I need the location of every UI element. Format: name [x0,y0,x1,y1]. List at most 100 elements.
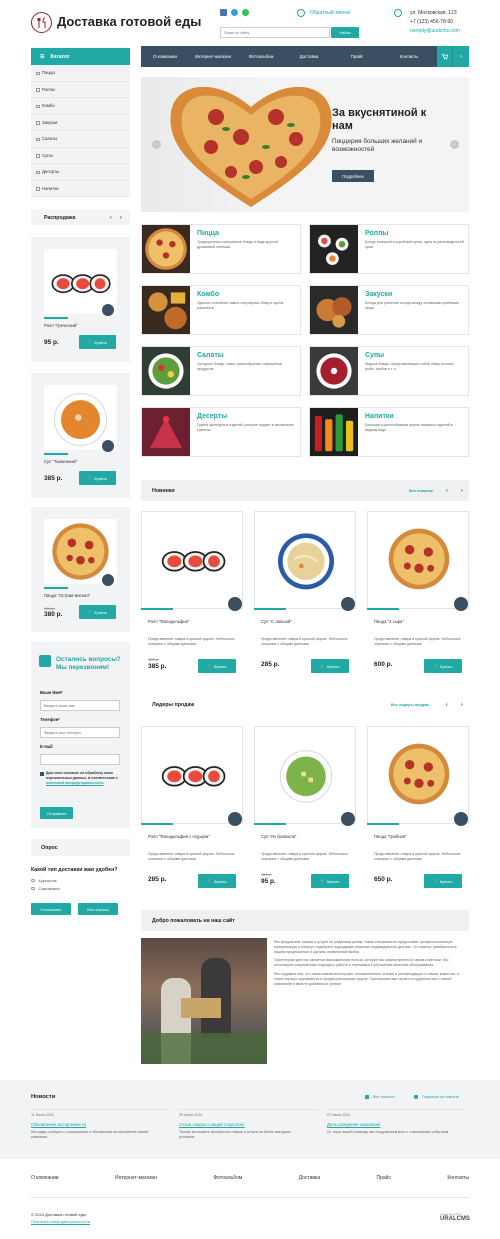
catalog-item[interactable]: Комбо [31,98,130,115]
buy-button[interactable]: 🛒 Купить [424,659,462,673]
footer-nav-item[interactable]: Прайс [377,1175,391,1181]
buy-button[interactable]: 🛒 Купить [79,471,116,485]
email-link[interactable]: noreply@uralcms.com [410,28,460,34]
all-novelties-link[interactable]: Все новинки [409,489,433,493]
category-title[interactable]: Комбо [197,291,219,298]
footer-nav-item[interactable]: Фотоальбом [213,1175,242,1181]
phone-field[interactable] [40,727,120,738]
uralcms-logo[interactable]: URALCMS [440,1216,470,1222]
cart-badge-icon[interactable] [341,812,355,826]
radio-icon[interactable] [31,878,35,883]
product-image-frame[interactable] [367,511,469,609]
all-news-link[interactable]: Все новости [373,1095,395,1099]
product-name[interactable]: Пицца "Острая мясная" [44,593,90,598]
category-title[interactable]: Десерты [197,413,227,420]
category-title[interactable]: Напитки [365,413,394,420]
cart-badge-icon[interactable] [454,597,468,611]
product-image-frame[interactable] [254,726,356,824]
category-card[interactable]: Салаты Холодное блюдо, смесь разнообразны… [141,346,301,396]
category-card[interactable]: Десерты Группа кулинарных изделий, которы… [141,407,301,457]
whatsapp-icon[interactable] [242,9,249,16]
product-name[interactable]: Ролл "Филадельфия с огурцом" [148,834,210,839]
cart-badge-icon[interactable] [454,812,468,826]
category-card[interactable]: Закуски Блюда для утоления голода между о… [309,285,469,335]
consent-checkbox[interactable] [40,772,44,776]
product-image-frame[interactable] [141,511,243,609]
sale-header[interactable]: Распродажа ‹ › [31,210,130,225]
category-card[interactable]: Пицца Традиционное итальянское блюдо в ви… [141,224,301,274]
leaders-next[interactable]: › [461,702,463,708]
phone[interactable]: +7 (123) 456-78-90 [410,19,453,25]
catalog-item[interactable]: Супы [31,148,130,164]
product-name[interactable]: Ролл "Филадельфия" [148,619,189,624]
slider-next-button[interactable]: › [450,140,459,149]
category-card[interactable]: Комбо Удачное сочетание самых популярных … [141,285,301,335]
footer-nav-item[interactable]: О компании [31,1175,59,1181]
buy-button[interactable]: 🛒 Купить [198,659,236,673]
product-name[interactable]: Суп "Из брокколи" [261,834,296,839]
catalog-item[interactable]: Пицца [31,65,130,82]
buy-button[interactable]: 🛒 Купить [79,605,116,619]
category-title[interactable]: Закуски [365,291,392,298]
category-title[interactable]: Роллы [365,230,388,237]
cart-badge-icon[interactable] [228,812,242,826]
product-image-frame[interactable] [141,726,243,824]
footer-policy-link[interactable]: Политика конфиденциальности [31,1219,90,1224]
category-card[interactable]: Напитки Большая и разнообразная группа пи… [309,407,469,457]
news-title-link[interactable]: Обновление ассортимента [31,1122,171,1127]
radio-icon[interactable] [31,886,35,891]
product-name[interactable]: Пицца "4 сыра" [374,619,404,624]
sale-prev-icon[interactable]: ‹ [110,215,112,221]
callback-link[interactable]: Обратный звонок [310,10,350,16]
nav-item[interactable]: Контакты [381,46,437,67]
telegram-icon[interactable] [231,9,238,16]
category-title[interactable]: Супы [365,352,384,359]
footer-nav-item[interactable]: Контакты [447,1175,469,1181]
search-button[interactable]: Найти [331,27,359,38]
catalog-header[interactable]: ☰ Каталог [31,48,130,65]
product-image-frame[interactable] [254,511,356,609]
catalog-item[interactable]: Закуски [31,115,130,131]
buy-button[interactable]: 🛒 Купить [79,335,116,349]
catalog-item[interactable]: Напитки [31,181,130,197]
footer-nav-item[interactable]: Интернет-магазин [115,1175,157,1181]
site-title[interactable]: Доставка готовой еды [57,14,201,29]
buy-button[interactable]: 🛒 Купить [311,659,349,673]
product-image-frame[interactable] [367,726,469,824]
nav-item[interactable]: Интернет-магазин [189,46,237,67]
nav-next-button[interactable]: › [452,46,469,67]
catalog-item[interactable]: Десерты [31,164,130,181]
news-title-link[interactable]: День рождения компании! [327,1122,467,1127]
subscribe-link[interactable]: Подписка на новости [422,1095,459,1099]
product-name[interactable]: Суп "Тыквенный" [44,459,77,464]
category-title[interactable]: Пицца [197,230,219,237]
category-card[interactable]: Роллы Блюдо японской и корейской кухни, о… [309,224,469,274]
cart-badge-icon[interactable] [102,304,114,316]
nav-item[interactable]: Фотоальбом [237,46,285,67]
category-title[interactable]: Салаты [197,352,224,359]
novelties-next[interactable]: › [461,488,463,494]
nav-item[interactable]: Доставка [285,46,333,67]
email-field[interactable] [40,754,120,765]
vote-button[interactable]: Голосовать [31,903,71,915]
cart-badge-icon[interactable] [102,440,114,452]
sale-next-icon[interactable]: › [120,215,122,221]
product-name[interactable]: Пицца "Грибная" [374,834,407,839]
cart-badge-icon[interactable] [102,574,114,586]
cart-badge-icon[interactable] [228,597,242,611]
logo-icon[interactable] [31,12,52,33]
catalog-item[interactable]: Салаты [31,131,130,148]
submit-button[interactable]: Отправить [40,807,73,819]
catalog-item[interactable]: Роллы [31,82,130,98]
nav-item[interactable]: О компании [141,46,189,67]
poll-option[interactable]: Курьером [31,878,57,883]
buy-button[interactable]: 🛒 Купить [198,874,236,888]
cart-button[interactable] [437,46,452,67]
name-field[interactable] [40,700,120,711]
all-polls-button[interactable]: Все опросы [78,903,118,915]
leaders-prev[interactable]: ‹ [446,702,448,708]
buy-button[interactable]: 🛒 Купить [311,874,349,888]
slider-prev-button[interactable]: ‹ [152,140,161,149]
slider-more-button[interactable]: Подробнее [332,170,374,182]
nav-item[interactable]: Прайс [333,46,381,67]
